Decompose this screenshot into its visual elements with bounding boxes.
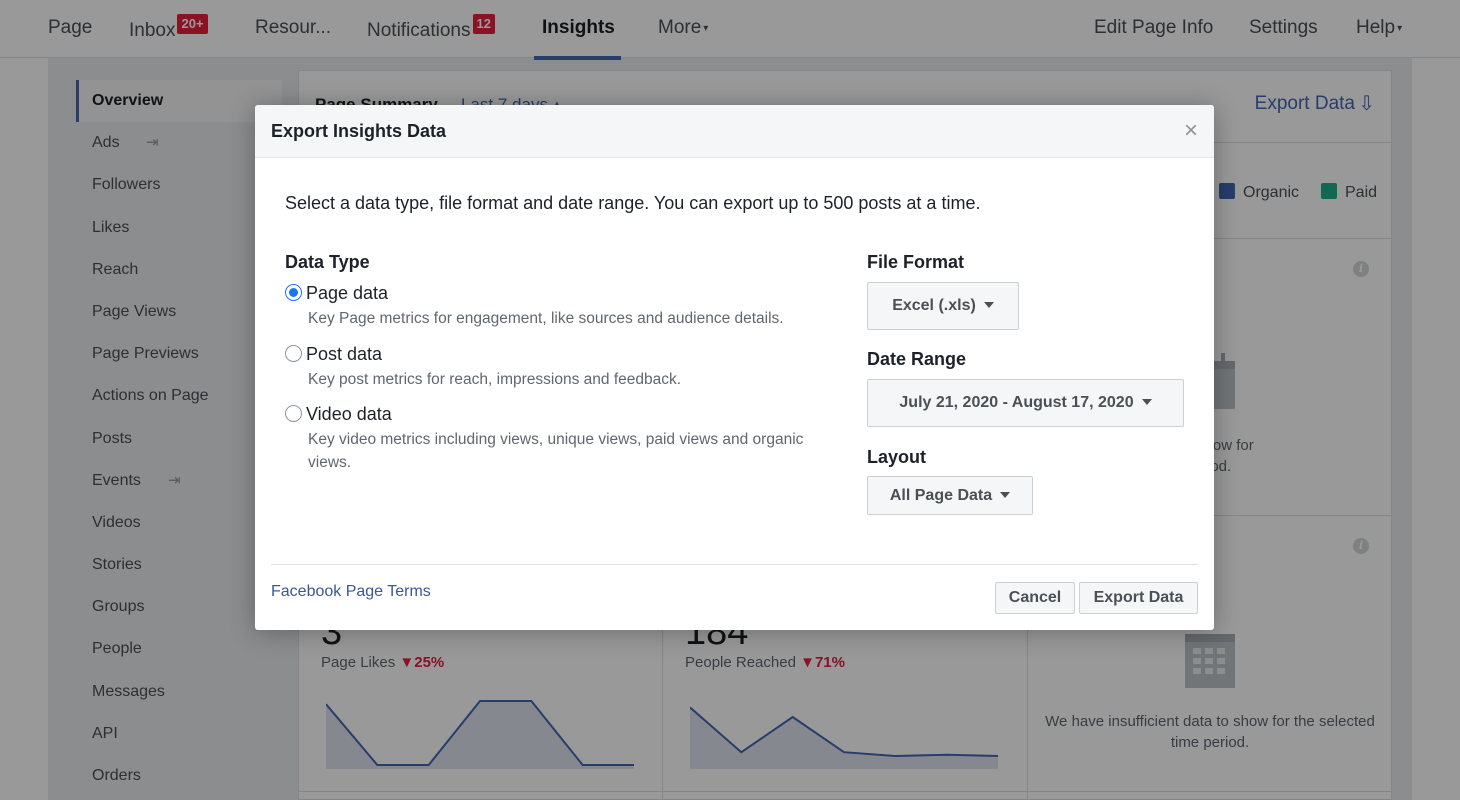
- radio-post-data[interactable]: Post data Key post metrics for reach, im…: [285, 344, 681, 388]
- export-data-button[interactable]: Export Data: [1079, 582, 1198, 614]
- caret-down-icon: [1000, 492, 1011, 498]
- date-range-label: Date Range: [867, 349, 967, 369]
- option-description: Key post metrics for reach, impressions …: [308, 371, 682, 388]
- caret-down-icon: [1141, 399, 1152, 405]
- export-insights-dialog: Export Insights Data × Select a data typ…: [255, 105, 1214, 630]
- dialog-description: Select a data type, file format and date…: [285, 193, 981, 213]
- dialog-header: Export Insights Data ×: [255, 105, 1214, 158]
- divider: [271, 564, 1198, 565]
- close-icon[interactable]: ×: [1184, 117, 1198, 145]
- cancel-button[interactable]: Cancel: [995, 582, 1075, 614]
- dialog-title: Export Insights Data: [271, 121, 447, 141]
- file-format-dropdown[interactable]: Excel (.xls): [867, 282, 1019, 330]
- page-terms-link[interactable]: Facebook Page Terms: [271, 583, 431, 601]
- date-range-dropdown[interactable]: July 21, 2020 - August 17, 2020: [867, 379, 1184, 427]
- radio-button[interactable]: [285, 405, 302, 422]
- radio-video-data[interactable]: Video data Key video metrics including v…: [285, 404, 803, 471]
- radio-page-data[interactable]: Page data Key Page metrics for engagemen…: [285, 283, 784, 327]
- option-description: Key video metrics including views, uniqu…: [308, 431, 804, 471]
- file-format-label: File Format: [867, 252, 965, 272]
- data-type-label: Data Type: [285, 252, 370, 272]
- caret-down-icon: [983, 302, 994, 308]
- radio-button[interactable]: [285, 284, 302, 301]
- option-description: Key Page metrics for engagement, like so…: [308, 310, 784, 327]
- layout-dropdown[interactable]: All Page Data: [867, 476, 1033, 515]
- radio-button[interactable]: [285, 345, 302, 362]
- layout-label: Layout: [867, 447, 927, 467]
